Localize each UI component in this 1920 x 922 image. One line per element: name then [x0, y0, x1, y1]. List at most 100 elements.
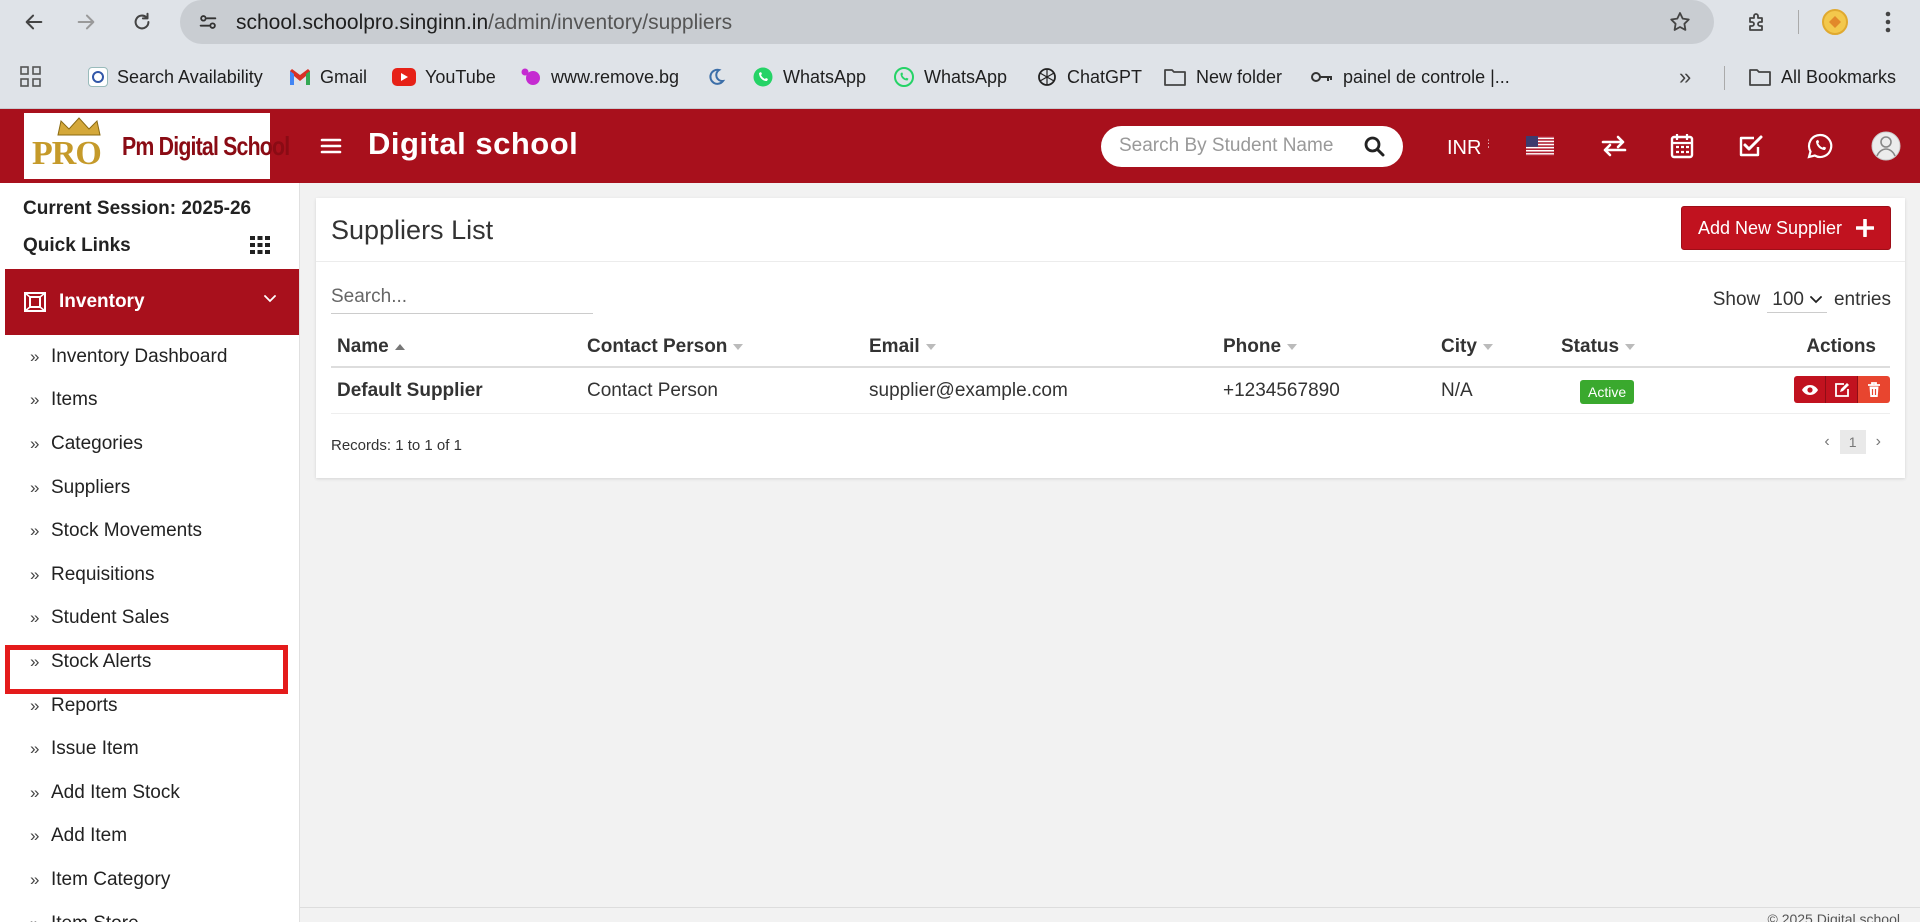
- whatsapp-button[interactable]: [1804, 130, 1836, 162]
- app-header: PRO Pm Digital School Digital school INR…: [0, 109, 1920, 183]
- sidebar-item-issue-item[interactable]: » Issue Item: [0, 727, 299, 771]
- double-chevron-right-icon: »: [30, 521, 40, 541]
- add-new-supplier-button[interactable]: Add New Supplier: [1681, 206, 1891, 250]
- cell-email: supplier@example.com: [869, 380, 1068, 401]
- calendar-button[interactable]: [1666, 130, 1698, 162]
- sidebar-item-requisitions[interactable]: » Requisitions: [0, 553, 299, 597]
- tasks-button[interactable]: [1735, 130, 1767, 162]
- reload-icon: [131, 11, 153, 33]
- browser-menu-button[interactable]: [1876, 8, 1900, 36]
- sidebar: Current Session: 2025-26 Quick Links Inv…: [0, 183, 300, 922]
- bookmark-moon[interactable]: [706, 64, 726, 90]
- sidebar-item-suppliers[interactable]: » Suppliers: [0, 466, 299, 510]
- show-label: Show: [1712, 289, 1761, 310]
- edit-button[interactable]: [1826, 376, 1858, 403]
- next-page-button[interactable]: ›: [1876, 433, 1881, 451]
- language-selector[interactable]: [1524, 130, 1556, 162]
- sort-icon: [1482, 344, 1493, 350]
- switch-button[interactable]: [1598, 130, 1630, 162]
- sidebar-section-inventory[interactable]: Inventory: [5, 269, 299, 335]
- edit-icon: [1834, 382, 1850, 398]
- delete-button[interactable]: [1858, 376, 1890, 403]
- reload-button[interactable]: [128, 8, 156, 36]
- sidebar-item-item-category[interactable]: » Item Category: [0, 858, 299, 902]
- bookmark-star-icon[interactable]: [1668, 10, 1692, 34]
- sidebar-item-label: Student Sales: [51, 607, 170, 629]
- sidebar-toggle-button[interactable]: [320, 137, 342, 155]
- column-header-name[interactable]: Name: [337, 336, 405, 358]
- removebg-icon: [520, 66, 542, 88]
- school-logo[interactable]: PRO Pm Digital School: [24, 113, 290, 179]
- inventory-icon: [24, 292, 46, 312]
- profile-button[interactable]: [1820, 8, 1850, 36]
- sidebar-item-student-sales[interactable]: » Student Sales: [0, 597, 299, 641]
- address-bar[interactable]: school.schoolpro.singinn.in/admin/invent…: [180, 0, 1714, 44]
- bookmark-removebg[interactable]: www.remove.bg: [520, 64, 679, 90]
- forward-button[interactable]: [72, 8, 100, 36]
- prev-page-button[interactable]: ‹: [1824, 433, 1829, 451]
- bookmark-painel[interactable]: painel de controle |...: [1310, 64, 1510, 90]
- bookmark-whatsapp-2[interactable]: WhatsApp: [893, 64, 1007, 90]
- gmail-icon: [289, 68, 311, 86]
- sidebar-item-label: Add Item: [51, 825, 128, 847]
- double-chevron-right-icon: »: [30, 782, 40, 802]
- quick-links-label: Quick Links: [23, 235, 131, 256]
- bookmark-label: YouTube: [425, 66, 496, 87]
- double-chevron-right-icon: »: [30, 826, 40, 846]
- view-button[interactable]: [1794, 376, 1826, 403]
- double-chevron-right-icon: »: [30, 739, 40, 759]
- bookmark-whatsapp[interactable]: WhatsApp: [752, 64, 866, 90]
- folder-icon: [1748, 67, 1772, 87]
- extensions-button[interactable]: [1742, 8, 1772, 36]
- bookmark-chatgpt[interactable]: ChatGPT: [1036, 64, 1142, 90]
- sidebar-item-label: Categories: [51, 432, 143, 454]
- bookmark-new-folder[interactable]: New folder: [1163, 64, 1282, 90]
- bookmark-label: WhatsApp: [783, 66, 867, 87]
- page-1-button[interactable]: 1: [1839, 430, 1866, 454]
- sidebar-item-add-item-stock[interactable]: » Add Item Stock: [0, 771, 299, 815]
- kebab-menu-icon: [1885, 11, 1891, 33]
- bookmark-youtube[interactable]: YouTube: [392, 64, 496, 90]
- column-header-contact[interactable]: Contact Person: [587, 336, 744, 358]
- plus-icon: [1856, 219, 1875, 237]
- bookmark-search-availability[interactable]: Search Availability: [88, 64, 263, 90]
- all-bookmarks-label: All Bookmarks: [1781, 66, 1897, 87]
- bookmark-gmail[interactable]: Gmail: [289, 64, 367, 90]
- back-button[interactable]: [20, 8, 48, 36]
- bookmark-label: WhatsApp: [924, 66, 1008, 87]
- sidebar-item-label: Item Category: [51, 868, 171, 890]
- student-search-input[interactable]: [1119, 134, 1339, 158]
- column-header-actions: Actions: [1806, 336, 1876, 358]
- column-header-phone[interactable]: Phone: [1223, 336, 1298, 358]
- sidebar-item-categories[interactable]: » Categories: [0, 422, 299, 466]
- search-icon[interactable]: [1364, 136, 1385, 157]
- chevron-down-icon: [264, 295, 276, 303]
- sidebar-item-add-item[interactable]: » Add Item: [0, 815, 299, 859]
- table-header: Name Contact Person Email Phone City Sta…: [331, 328, 1890, 368]
- currency-selector[interactable]: INR ₹: [1447, 135, 1489, 160]
- eye-icon: [1801, 384, 1819, 396]
- avatar: [1871, 131, 1901, 161]
- user-avatar-button[interactable]: [1870, 130, 1902, 162]
- profile-avatar-icon: [1822, 9, 1848, 35]
- table-search-input[interactable]: [331, 280, 593, 314]
- quick-links-grid-icon[interactable]: [250, 236, 270, 254]
- column-label: Contact Person: [587, 336, 728, 357]
- url-path: /admin/inventory/suppliers: [488, 11, 733, 34]
- entries-label: entries: [1833, 289, 1891, 310]
- cell-contact: Contact Person: [587, 380, 718, 401]
- double-chevron-right-icon: »: [30, 608, 40, 628]
- sidebar-item-inventory-dashboard[interactable]: » Inventory Dashboard: [0, 335, 299, 379]
- entries-select[interactable]: 100: [1767, 287, 1827, 313]
- column-header-status[interactable]: Status: [1561, 336, 1636, 358]
- all-bookmarks-button[interactable]: All Bookmarks: [1748, 64, 1896, 90]
- column-header-city[interactable]: City: [1441, 336, 1493, 358]
- sidebar-item-item-store[interactable]: » Item Store: [0, 902, 299, 922]
- apps-button[interactable]: [20, 64, 42, 90]
- site-settings-icon[interactable]: [196, 10, 220, 34]
- sidebar-item-stock-movements[interactable]: » Stock Movements: [0, 509, 299, 553]
- column-header-email[interactable]: Email: [869, 336, 936, 358]
- sidebar-item-items[interactable]: » Items: [0, 379, 299, 423]
- bookmark-label: Gmail: [320, 66, 368, 87]
- more-bookmarks-button[interactable]: »: [1679, 64, 1691, 90]
